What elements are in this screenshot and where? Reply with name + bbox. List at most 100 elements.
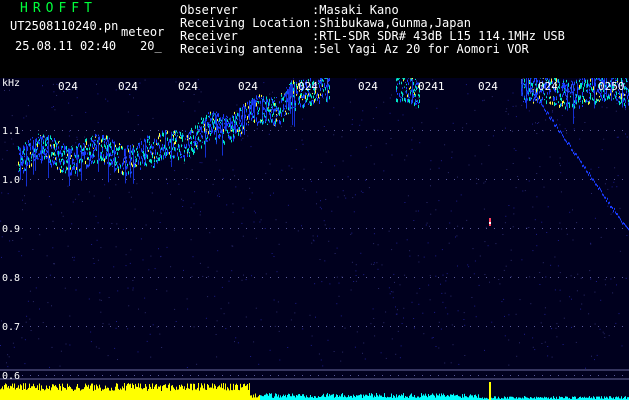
noise-speck	[84, 136, 86, 138]
signal-pixel	[88, 157, 89, 160]
signal-pixel	[328, 83, 329, 85]
noise-speck	[323, 97, 325, 99]
noise-speck	[571, 326, 572, 328]
noise-speck	[466, 219, 468, 221]
noise-speck	[402, 114, 404, 116]
signal-pixel	[317, 98, 318, 102]
signal-pixel	[180, 132, 181, 136]
signal-pixel	[190, 130, 191, 134]
level-bar	[426, 395, 427, 400]
grid-dot	[166, 375, 167, 376]
grid-dot	[590, 277, 591, 278]
doppler-trace	[619, 216, 620, 219]
signal-pixel	[195, 136, 196, 140]
noise-speck	[115, 184, 117, 186]
noise-speck	[32, 249, 34, 250]
noise-speck	[42, 85, 43, 87]
signal-pixel	[402, 97, 403, 102]
signal-pixel	[50, 162, 51, 165]
signal-pixel	[303, 95, 304, 99]
signal-pixel	[590, 93, 591, 97]
signal-streak	[68, 148, 69, 177]
signal-pixel	[402, 87, 403, 89]
noise-speck	[133, 97, 134, 99]
grid-dot	[494, 130, 495, 131]
grid-dot	[510, 375, 511, 376]
level-bar	[354, 396, 355, 400]
grid-dot	[390, 228, 391, 229]
level-bar	[152, 383, 153, 400]
grid-dot	[286, 179, 287, 180]
noise-speck	[251, 192, 253, 194]
noise-speck	[418, 97, 419, 99]
grid-dot	[78, 228, 79, 229]
level-bar	[321, 396, 322, 400]
signal-pixel	[539, 95, 540, 99]
level-bar	[304, 396, 305, 400]
grid-dot	[374, 228, 375, 229]
level-bar	[71, 388, 72, 400]
level-bar	[5, 383, 6, 400]
doppler-trace	[615, 211, 616, 214]
signal-pixel	[248, 121, 249, 123]
level-bar	[72, 389, 73, 400]
signal-pixel	[99, 136, 100, 141]
noise-speck	[442, 274, 444, 276]
doppler-trace	[586, 170, 587, 173]
signal-pixel	[78, 143, 79, 147]
level-bar	[451, 394, 452, 400]
signal-pixel	[207, 122, 208, 126]
grid-dot	[406, 179, 407, 180]
noise-speck	[320, 200, 321, 202]
signal-pixel	[172, 134, 173, 136]
signal-pixel	[92, 140, 93, 142]
signal-streak	[226, 117, 227, 130]
grid-dot	[422, 277, 423, 278]
noise-speck	[521, 259, 523, 261]
level-bar	[318, 396, 319, 400]
signal-pixel	[60, 169, 61, 173]
level-bar	[146, 386, 147, 400]
signal-streak	[76, 148, 77, 160]
grid-dot	[502, 277, 503, 278]
level-bar	[604, 396, 605, 400]
doppler-trace	[596, 183, 597, 186]
signal-pixel	[237, 128, 238, 130]
grid-dot	[302, 130, 303, 131]
signal-pixel	[79, 143, 80, 145]
signal-pixel	[231, 139, 232, 143]
signal-pixel	[197, 144, 198, 148]
signal-pixel	[586, 89, 587, 92]
signal-pixel	[67, 167, 68, 170]
signal-pixel	[279, 112, 280, 116]
event-type-label: meteor	[121, 25, 165, 39]
noise-speck	[471, 297, 473, 298]
noise-speck	[417, 210, 419, 212]
noise-speck	[512, 105, 514, 107]
grid-dot	[174, 228, 175, 229]
noise-speck	[214, 295, 216, 297]
grid-dot	[374, 326, 375, 327]
noise-speck	[508, 205, 510, 206]
signal-pixel	[579, 84, 580, 89]
signal-pixel	[117, 164, 118, 169]
signal-pixel	[618, 97, 619, 99]
level-bar	[167, 388, 168, 400]
level-bar	[290, 396, 291, 400]
signal-pixel	[40, 135, 41, 139]
signal-pixel	[559, 94, 560, 97]
noise-speck	[52, 83, 54, 85]
noise-speck	[67, 185, 69, 187]
noise-speck	[6, 362, 7, 364]
signal-pixel	[396, 85, 397, 90]
signal-pixel	[529, 97, 530, 101]
level-bar	[57, 387, 58, 400]
signal-pixel	[574, 103, 575, 106]
noise-speck	[295, 149, 297, 150]
level-bar	[19, 388, 20, 400]
signal-pixel	[193, 131, 194, 134]
signal-pixel	[52, 152, 53, 153]
signal-pixel	[30, 138, 31, 141]
noise-speck	[51, 346, 53, 348]
signal-pixel	[74, 154, 75, 157]
